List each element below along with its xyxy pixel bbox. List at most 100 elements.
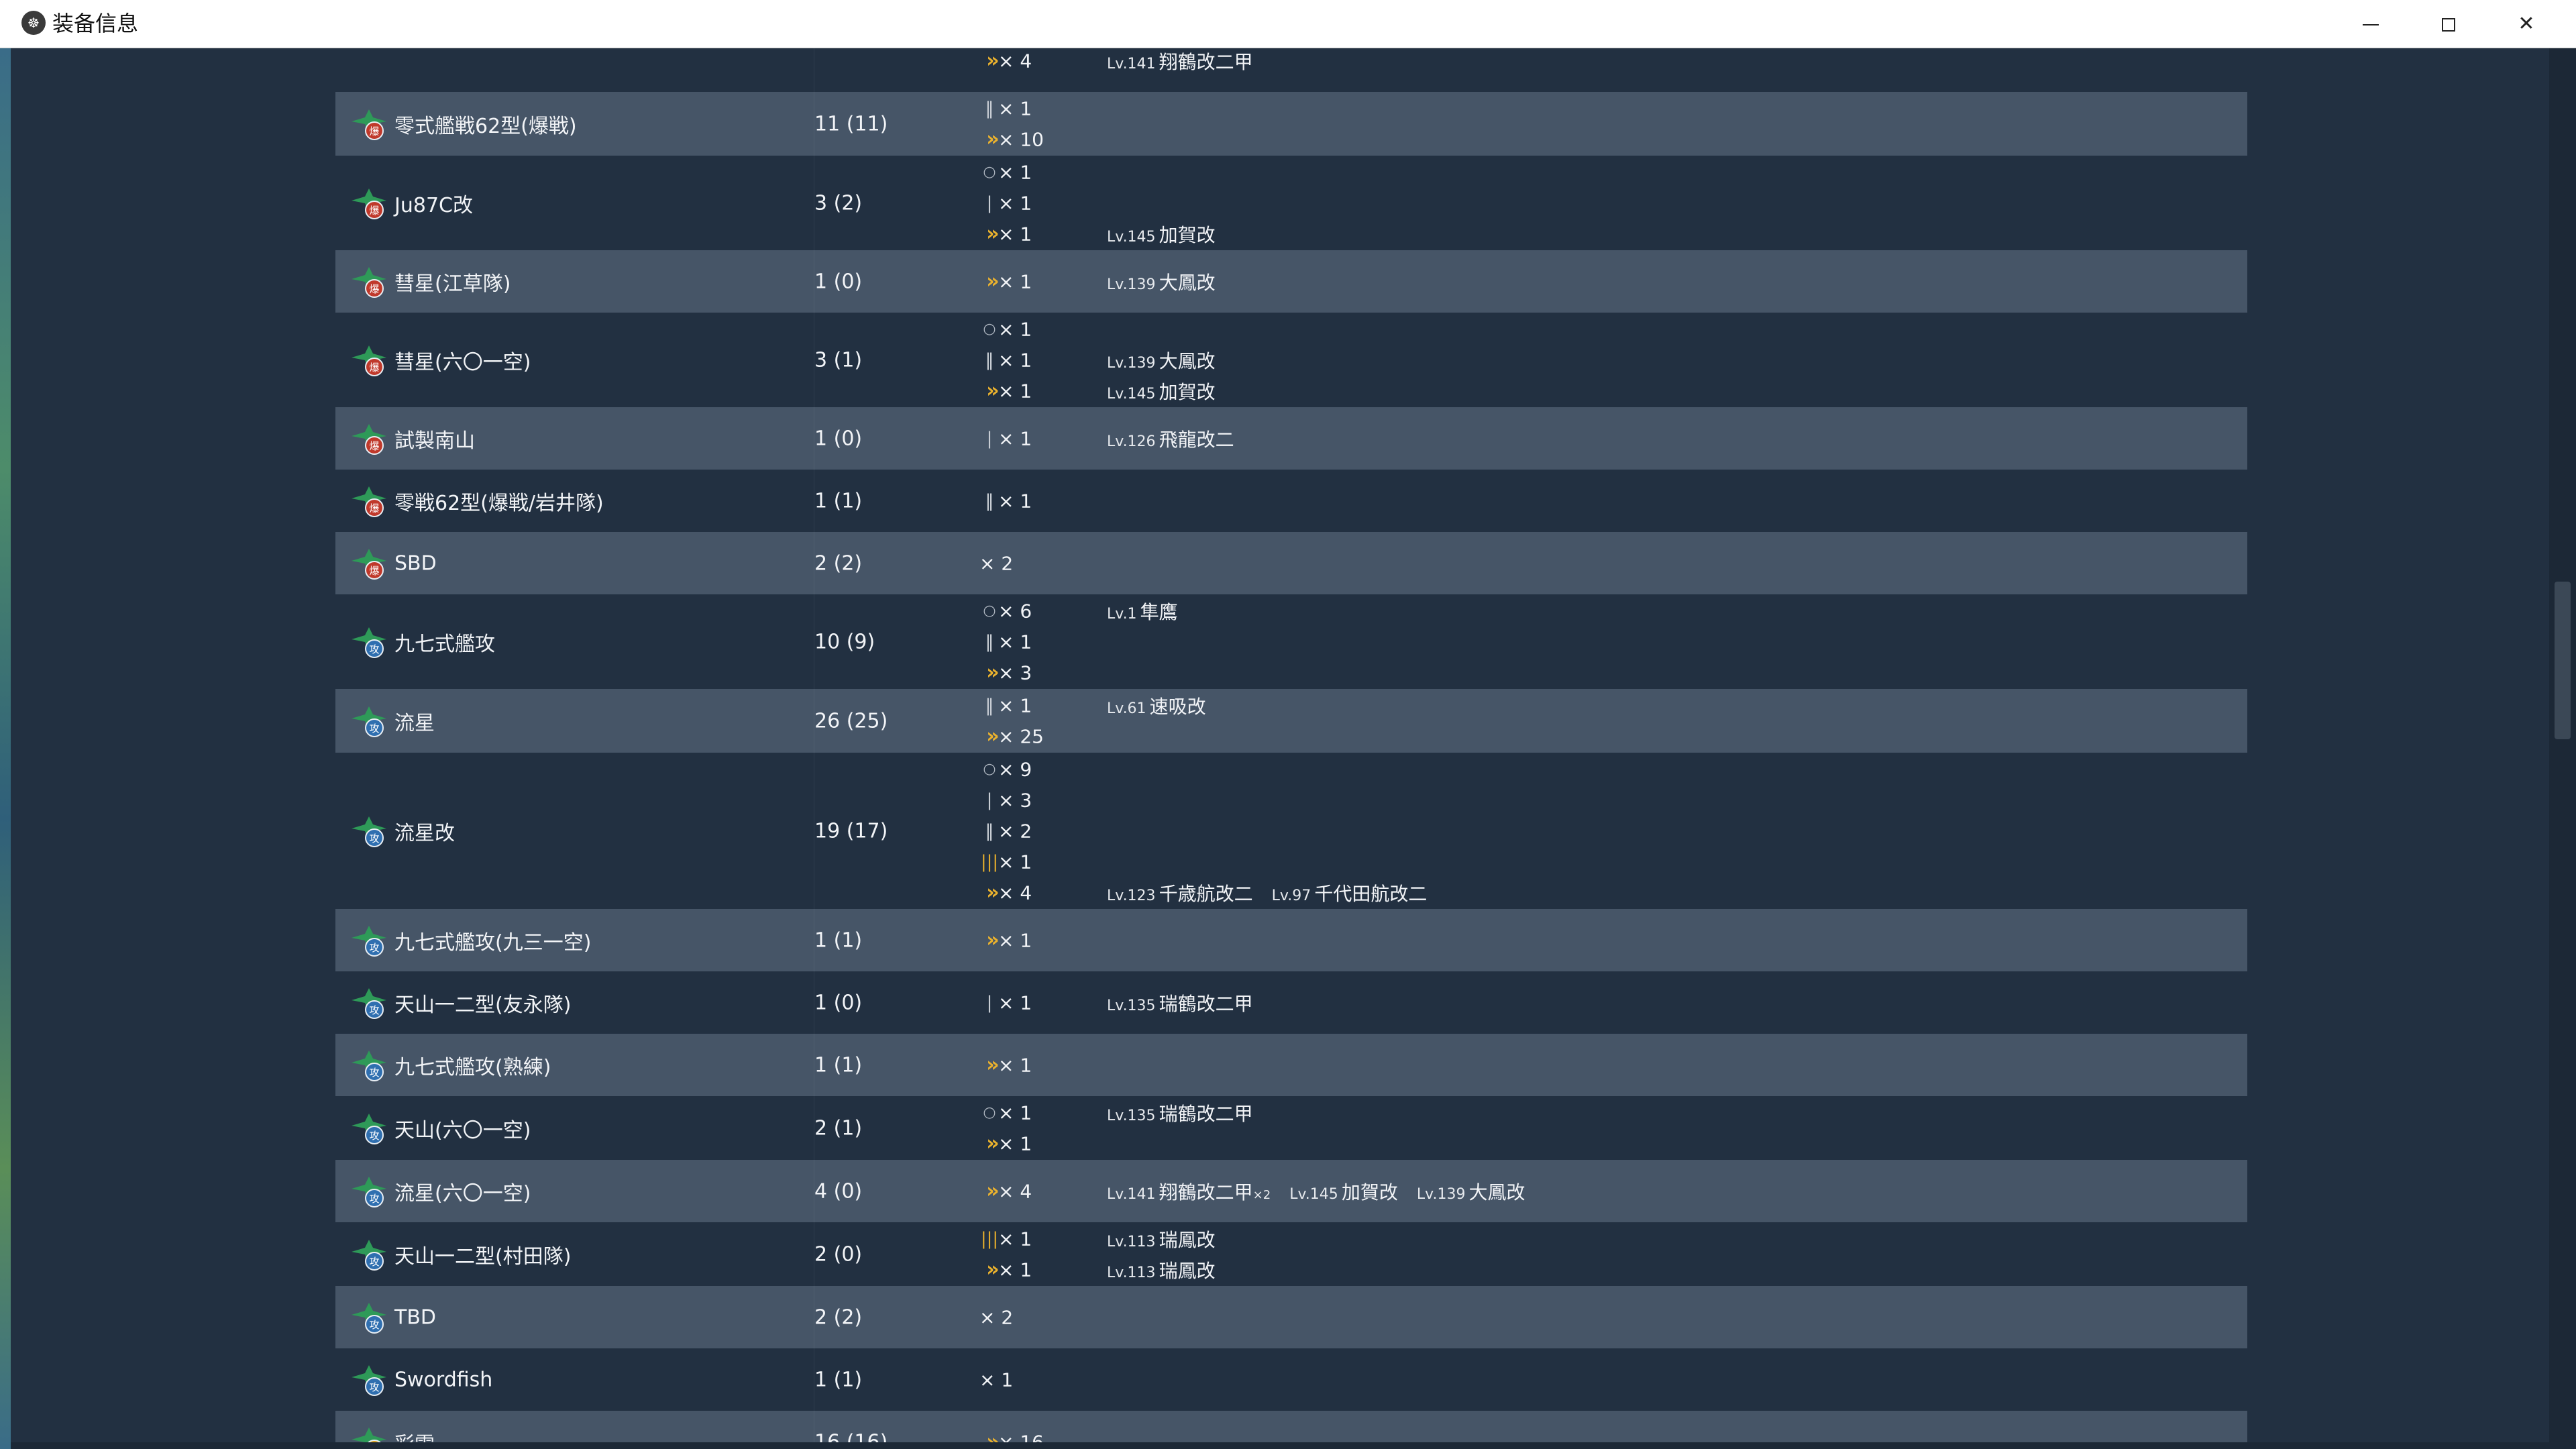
equipment-row[interactable]: 攻流星改 19 (17) ○ × 9 | × 3 ‖ × 2 ||| × 1» × 4 Lv.123 … xyxy=(335,753,2247,909)
proficiency-bar2-icon: ‖ xyxy=(985,820,994,841)
ship-holder: Lv.126 飛龍改二 xyxy=(1107,429,1234,451)
close-button[interactable]: ✕ xyxy=(2487,0,2565,48)
proficiency-count: × 10 xyxy=(998,128,1044,150)
background-window-edge xyxy=(0,48,11,1449)
torpedo-aircraft-icon: 攻 xyxy=(352,706,386,737)
improvement-details: ||| × 1 Lv.113 瑞鳳改» × 1 Lv.113 瑞鳳改 xyxy=(979,1224,2241,1285)
equipment-name: 九七式艦攻(九三一空) xyxy=(394,930,592,955)
equipped-ships: Lv.139 大鳳改 xyxy=(1107,347,1234,374)
category-badge: 爆 xyxy=(369,502,379,515)
minimize-button[interactable] xyxy=(2332,0,2410,48)
equipped-ships: Lv.145 加賀改 xyxy=(1107,221,1234,248)
improvement-line: ‖ × 2 xyxy=(979,816,2241,847)
equipment-info-window: ☸ 装备信息 ✕ » × 4 Lv.141 翔鶴改二甲爆零式艦戦62型(爆戦) 11 … xyxy=(0,0,2576,1449)
improvement-line: | × 1 Lv.126 飛龍改二 xyxy=(979,423,2241,454)
equipment-row[interactable]: 攻九七式艦攻 10 (9) ○ × 6 Lv.1 隼鷹 ‖ × 1» × 3 xyxy=(335,594,2247,689)
proficiency-count: × 1 xyxy=(998,349,1032,371)
improvement-line: × 2 xyxy=(979,548,2241,579)
ship-name: 加賀改 xyxy=(1159,223,1216,246)
ship-level: Lv.139 xyxy=(1416,1185,1466,1203)
equipped-ships: Lv.113 瑞鳳改 xyxy=(1107,1226,1234,1252)
ship-level: Lv.97 xyxy=(1271,887,1311,904)
equipment-row[interactable]: 攻 九七式艦攻(熟練) 1 (1) » × 1 xyxy=(335,1034,2247,1096)
ship-level: Lv.145 xyxy=(1107,228,1156,246)
improvement-line: | × 1 Lv.135 瑞鶴改二甲 xyxy=(979,987,2241,1018)
equipment-row[interactable]: 爆彗星(六〇一空) 3 (1) ○ × 1 ‖ × 1 Lv.139 大鳳改» × 1 Lv.1… xyxy=(335,313,2247,407)
equipment-name: 流星(六〇一空) xyxy=(394,1181,531,1205)
equipment-name: Ju87C改 xyxy=(394,193,473,217)
improvement-line: | × 3 xyxy=(979,785,2241,816)
proficiency-count: × 1 xyxy=(998,1054,1032,1076)
equipment-row[interactable]: 爆零式艦戦62型(爆戦) 11 (11) ‖ × 1» × 10 xyxy=(335,92,2247,156)
proficiency-max-icon: » xyxy=(986,1430,999,1442)
proficiency-count: × 9 xyxy=(998,758,1032,780)
proficiency-bar3-icon: ||| xyxy=(980,851,999,872)
torpedo-aircraft-icon: 攻 xyxy=(352,1050,386,1081)
proficiency-count: × 1 xyxy=(998,694,1032,716)
bomber-aircraft-icon: 爆 xyxy=(352,548,386,580)
equipment-count: 3 (2) xyxy=(814,191,863,215)
equipment-row[interactable]: 攻 天山一二型(友永隊) 1 (0) | × 1 Lv.135 瑞鶴改二甲 xyxy=(335,971,2247,1034)
equipment-count: 1 (1) xyxy=(814,489,863,513)
equipment-row[interactable]: 攻天山一二型(村田隊) 2 (0) ||| × 1 Lv.113 瑞鳳改» × 1 Lv.1… xyxy=(335,1222,2247,1286)
equipment-row[interactable]: 攻 流星 26 (25) ‖ × 1 Lv.61 速吸改 » × 25 xyxy=(335,689,2247,753)
proficiency-bar2-icon: ‖ xyxy=(985,695,994,716)
proficiency-count: × 4 xyxy=(998,50,1032,72)
proficiency-count: × 2 xyxy=(998,820,1032,842)
improvement-details: ‖ × 1 xyxy=(979,486,2241,517)
equipment-row[interactable]: 爆 SBD 2 (2) × 2 xyxy=(335,532,2247,594)
equipment-count: 16 (16) xyxy=(814,1430,888,1442)
equipment-row[interactable]: 爆 零戦62型(爆戦/岩井隊) 1 (1) ‖ × 1 xyxy=(335,470,2247,532)
improvement-line: | × 1 xyxy=(979,188,2241,219)
category-badge: 攻 xyxy=(369,722,379,735)
ship-holder: Lv.135 瑞鶴改二甲 xyxy=(1107,1103,1253,1125)
equipment-name: 零戦62型(爆戦/岩井隊) xyxy=(394,491,604,515)
proficiency-count: × 1 xyxy=(979,1368,1014,1391)
proficiency-max-icon: » xyxy=(986,48,999,72)
improvement-details: » × 4 Lv.141 翔鶴改二甲 xyxy=(979,48,2241,76)
equipment-row[interactable]: 攻 TBD 2 (2) × 2 xyxy=(335,1286,2247,1348)
ship-name: 加賀改 xyxy=(1341,1181,1398,1203)
equipment-row[interactable]: 攻 流星(六〇一空) 4 (0) » × 4 Lv.141 翔鶴改二甲×2 Lv.145 加… xyxy=(335,1160,2247,1222)
proficiency-count: × 1 xyxy=(998,1132,1032,1155)
proficiency-count: × 1 xyxy=(998,427,1032,449)
equipment-row[interactable]: 攻天山(六〇一空) 2 (1) ○ × 1 Lv.135 瑞鶴改二甲» × 1 xyxy=(335,1096,2247,1160)
maximize-button[interactable] xyxy=(2410,0,2487,48)
scrollbar-thumb[interactable] xyxy=(2555,582,2571,739)
title-bar[interactable]: ☸ 装备信息 ✕ xyxy=(0,0,2576,48)
proficiency-count: × 1 xyxy=(998,1258,1032,1281)
equipped-ships: Lv.135 瑞鶴改二甲 xyxy=(1107,989,1272,1016)
equipment-count: 3 (1) xyxy=(814,348,863,372)
ship-name: 瑞鳳改 xyxy=(1159,1259,1216,1282)
equipment-list-viewport[interactable]: » × 4 Lv.141 翔鶴改二甲爆零式艦戦62型(爆戦) 11 (11) ‖ × 1»… xyxy=(11,48,2549,1442)
proficiency-count: × 1 xyxy=(998,97,1032,119)
equipment-count: 10 (9) xyxy=(814,630,875,653)
equipment-row[interactable]: 爆 Ju87C改 3 (2) ○ × 1 | × 1» × 1 Lv.145 加賀改 xyxy=(335,156,2247,250)
improvement-details: » × 1 Lv.139 大鳳改 xyxy=(979,266,2241,297)
ship-holder: Lv.141 翔鶴改二甲 xyxy=(1107,51,1253,73)
equipment-row[interactable]: » × 4 Lv.141 翔鶴改二甲 xyxy=(335,48,2247,92)
ship-level: Lv.113 xyxy=(1107,1264,1156,1281)
equipment-row[interactable]: 偵彩雲 16 (16) »× 16 xyxy=(335,1411,2247,1442)
equipment-count: 11 (11) xyxy=(814,112,888,136)
improvement-line: ○ × 6 Lv.1 隼鷹 xyxy=(979,596,2241,627)
equipment-row[interactable]: 爆 彗星(江草隊) 1 (0) » × 1 Lv.139 大鳳改 xyxy=(335,250,2247,313)
ship-name: 翔鶴改二甲 xyxy=(1159,1181,1253,1203)
ship-level: Lv.1 xyxy=(1107,605,1137,623)
improvement-details: ‖ × 1 Lv.61 速吸改 » × 25 xyxy=(979,690,2241,752)
vertical-scrollbar[interactable] xyxy=(2549,48,2576,1449)
equipment-row[interactable]: 爆 試製南山 1 (0) | × 1 Lv.126 飛龍改二 xyxy=(335,407,2247,470)
equipment-row[interactable]: 攻 Swordfish 1 (1) × 1 xyxy=(335,1348,2247,1411)
equipment-name: 流星改 xyxy=(394,821,455,845)
equipment-row[interactable]: 攻 九七式艦攻(九三一空) 1 (1) » × 1 xyxy=(335,909,2247,971)
ship-holder: Lv.123 千歳航改二 xyxy=(1107,883,1253,905)
improvement-line: » × 4 Lv.141 翔鶴改二甲 xyxy=(979,48,2241,76)
equipment-name: 彗星(六〇一空) xyxy=(394,350,531,374)
ship-name: 隼鷹 xyxy=(1140,600,1178,623)
window-bottom-edge xyxy=(11,1442,2549,1449)
improvement-details: | × 1 Lv.135 瑞鶴改二甲 xyxy=(979,987,2241,1018)
improvement-details: » × 4 Lv.141 翔鶴改二甲×2 Lv.145 加賀改 Lv.139 大鳳改 xyxy=(979,1176,2241,1207)
proficiency-max-icon: » xyxy=(986,1257,999,1281)
improvement-line: ‖ × 1 xyxy=(979,486,2241,517)
ship-holder: Lv.61 速吸改 xyxy=(1107,696,1206,718)
